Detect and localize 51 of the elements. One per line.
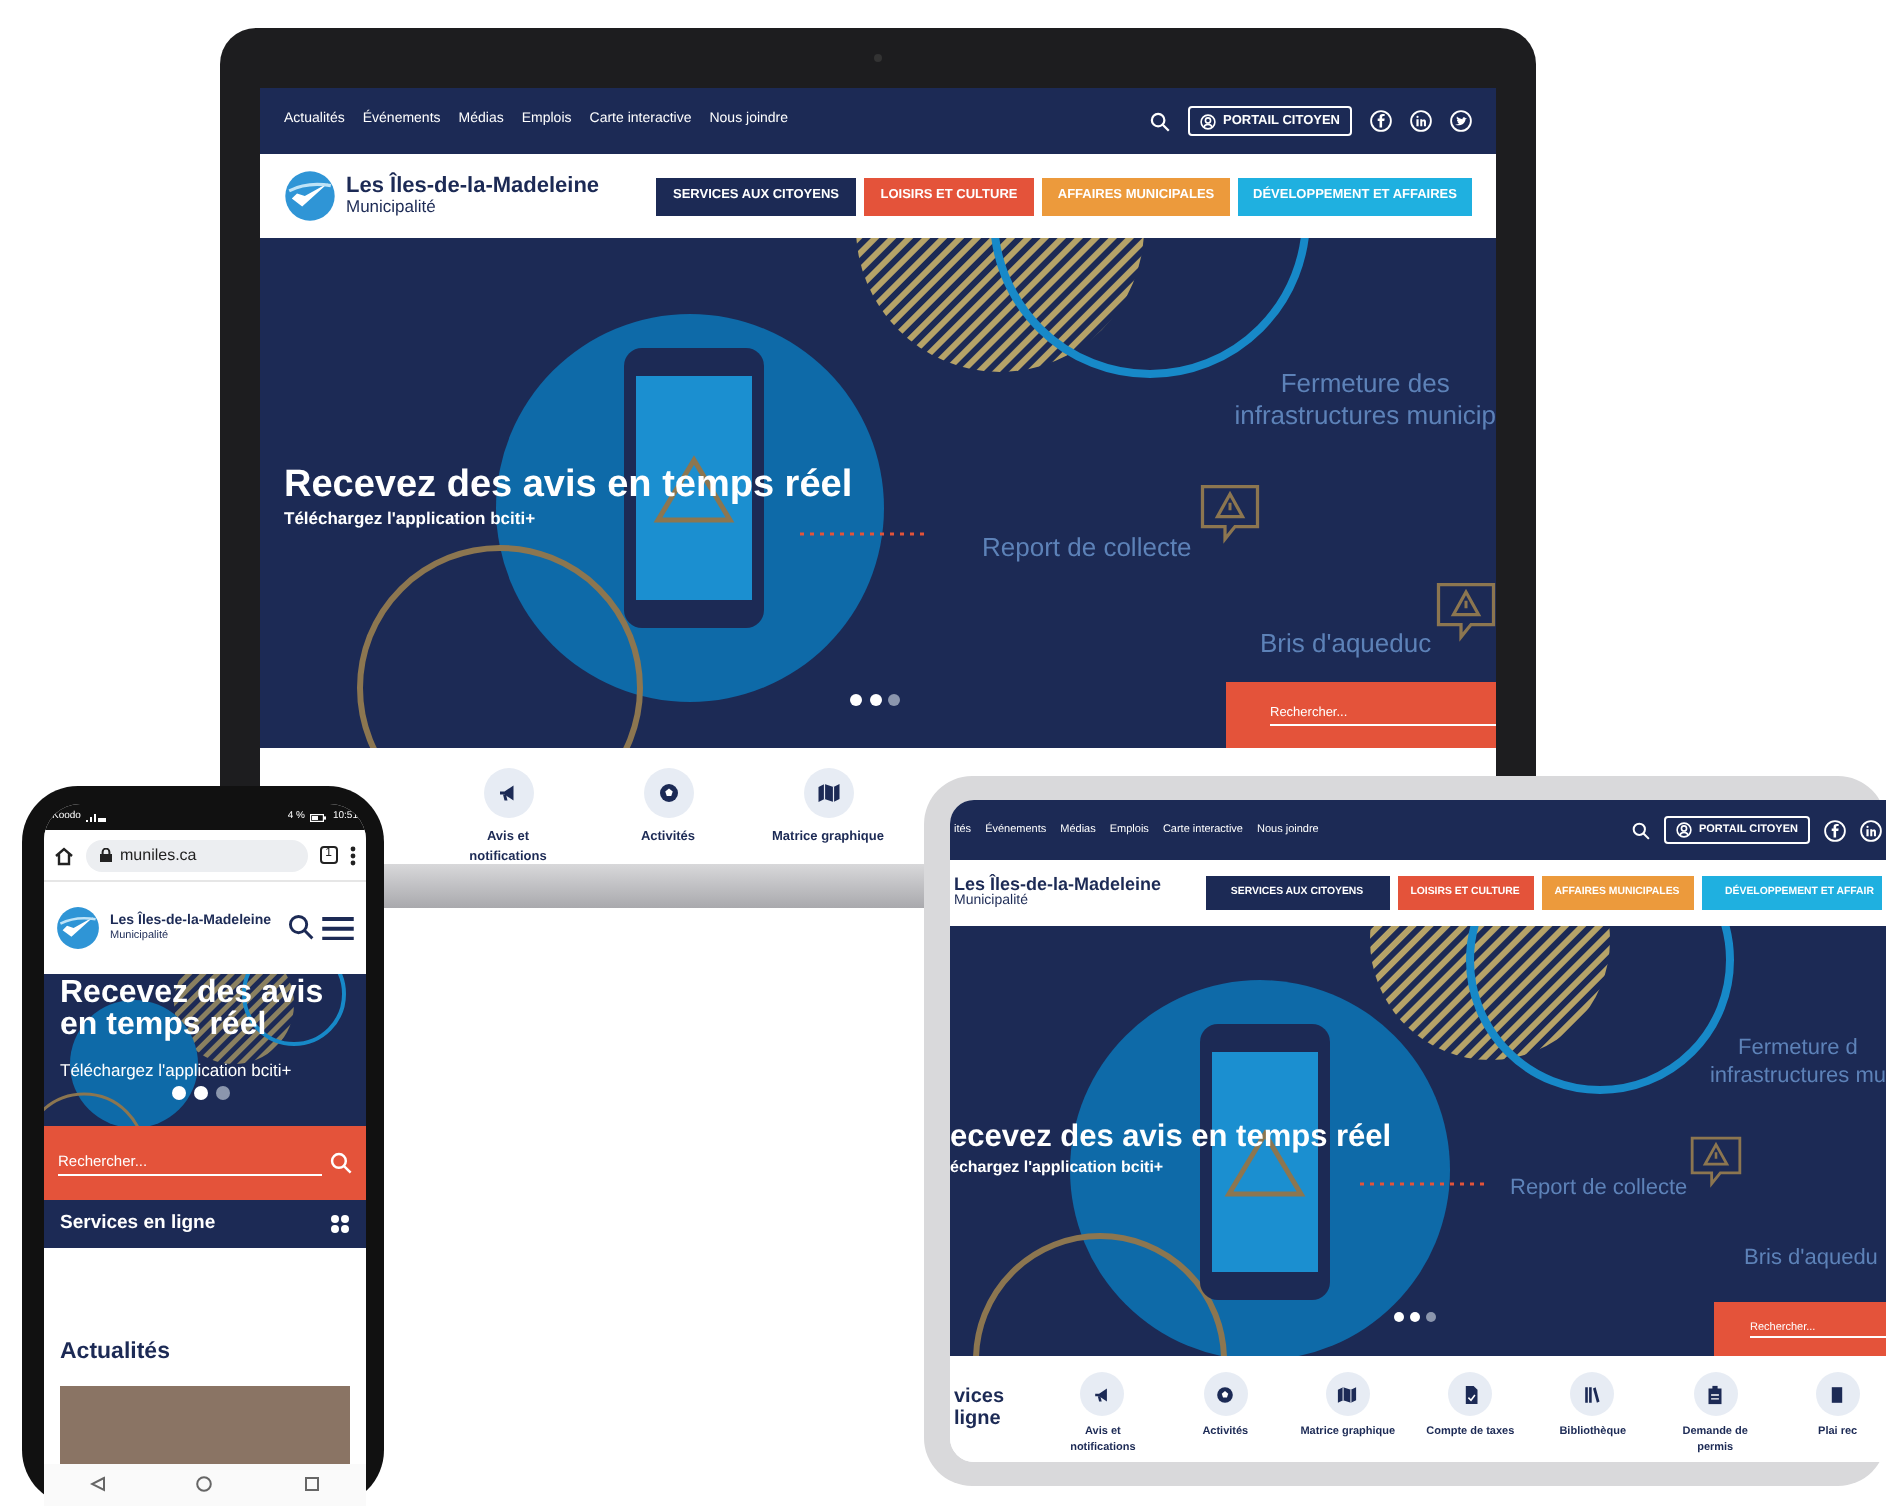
alert-bubble-icon — [1690, 1136, 1742, 1188]
hero-subtitle: Téléchargez l'application bciti+ — [284, 506, 536, 532]
carousel-dot[interactable] — [1394, 1312, 1404, 1322]
hero-subtitle: échargez l'application bciti+ — [950, 1156, 1164, 1180]
notice-text: Bris d'aquedu — [1744, 1246, 1878, 1274]
logo-title[interactable]: Les Îles-de-la-Madeleine — [954, 875, 1162, 895]
services-heading: vices ligne — [954, 1388, 1007, 1430]
linkedin-icon[interactable] — [1860, 819, 1882, 841]
menu-icon[interactable] — [322, 915, 354, 941]
alert-bubble-icon — [1436, 582, 1496, 642]
lock-icon — [100, 848, 112, 863]
logo-subtitle: Municipalité — [346, 198, 438, 217]
carousel-dot[interactable] — [216, 1086, 231, 1101]
linkedin-icon[interactable] — [1410, 110, 1432, 132]
news-heading: Actualités — [58, 1338, 172, 1369]
logo-icon[interactable] — [284, 170, 336, 222]
search-icon[interactable] — [1150, 111, 1171, 131]
battery-icon — [310, 813, 327, 822]
alert-bubble-icon — [1200, 484, 1260, 544]
notice-text: Report de collecte — [982, 532, 1192, 565]
map-icon — [1334, 1381, 1361, 1407]
carousel-dot[interactable] — [194, 1086, 209, 1101]
carousel-dot[interactable] — [888, 694, 901, 706]
facebook-icon[interactable] — [1824, 819, 1846, 841]
signal-icon — [86, 812, 107, 823]
search-icon[interactable] — [288, 914, 314, 941]
user-icon — [1676, 822, 1693, 838]
recent-apps-icon[interactable] — [304, 1476, 321, 1493]
hero-subtitle: Téléchargez l'application bciti+ — [60, 1058, 292, 1084]
carousel-dot[interactable] — [850, 694, 862, 706]
logo-title[interactable]: Les Îles-de-la-Madeleine — [346, 175, 600, 199]
address-bar[interactable]: muniles.ca — [86, 839, 308, 872]
twitter-icon[interactable] — [1450, 110, 1472, 132]
home-icon[interactable] — [54, 845, 74, 866]
logo-icon[interactable] — [56, 905, 100, 950]
soccer-ball-icon — [1212, 1381, 1239, 1407]
notice-text: Report de collecte — [1510, 1176, 1688, 1204]
back-icon[interactable] — [89, 1476, 106, 1493]
facebook-icon[interactable] — [1370, 110, 1392, 132]
notice-text: Fermeture d infrastructures mu — [1709, 1036, 1886, 1091]
carousel-dot[interactable] — [1426, 1312, 1436, 1322]
search-icon[interactable] — [1632, 821, 1651, 839]
notice-text: Bris d'aqueduc — [1260, 628, 1432, 661]
carousel-dot[interactable] — [1410, 1312, 1420, 1322]
carousel-dot[interactable] — [869, 694, 882, 706]
more-icon[interactable] — [350, 845, 356, 866]
notice-text: Fermeture des infrastructures municip — [1234, 368, 1496, 433]
user-icon — [1200, 113, 1217, 129]
grid-icon[interactable] — [330, 1214, 350, 1235]
services-heading: Services en ligne — [60, 1209, 216, 1238]
map-icon — [813, 778, 843, 808]
